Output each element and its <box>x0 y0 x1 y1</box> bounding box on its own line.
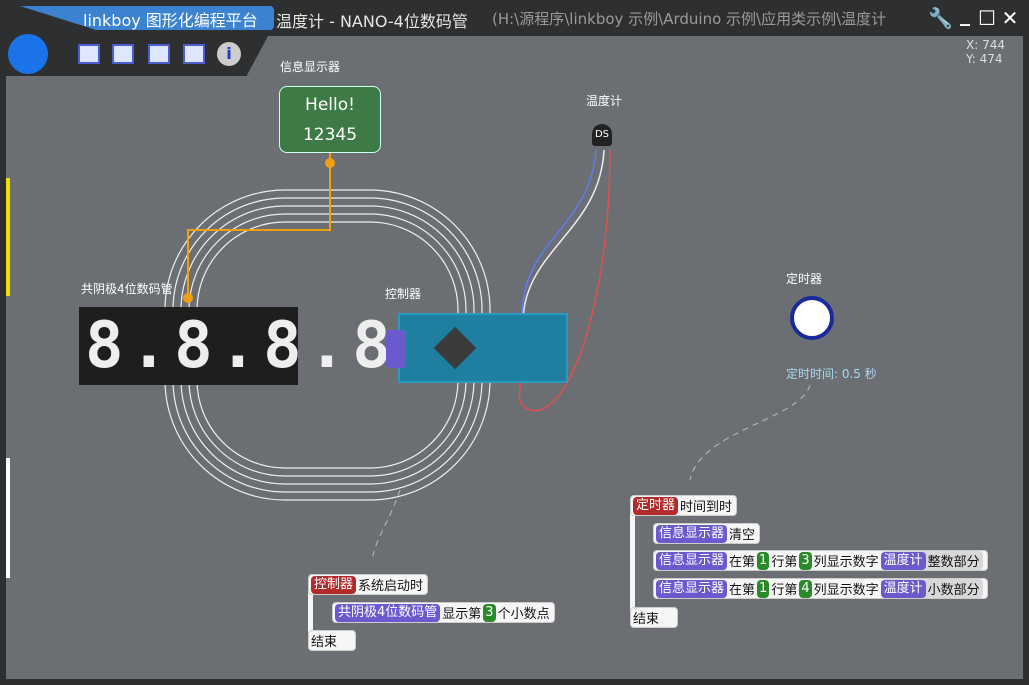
event-block-timer[interactable]: 定时器 时间到时 <box>630 495 738 516</box>
block-text: 列显示数字 <box>813 583 879 598</box>
sensor-data-wire <box>521 149 597 321</box>
end-block[interactable]: 结束 <box>630 607 678 628</box>
arduino-nano-board[interactable] <box>398 313 568 383</box>
block-text: 在第 <box>729 555 756 570</box>
block-tag: 定时器 <box>633 496 679 515</box>
block-text: 行第 <box>771 583 798 598</box>
lcd-line2: 12345 <box>302 125 358 145</box>
statement-block-clear[interactable]: 信息显示器 清空 <box>653 523 761 544</box>
lcd-display[interactable]: Hello! 12345 <box>279 86 381 153</box>
block-text: 个小数点 <box>497 607 550 622</box>
timer-label: 定时器 <box>786 272 823 286</box>
alarm-clock-icon[interactable] <box>790 296 834 340</box>
statement-block-show-frac[interactable]: 信息显示器 在第 1 行第 4 列显示数字 温度计 小数部分 <box>653 578 988 599</box>
usb-port <box>386 330 406 368</box>
number-input[interactable]: 3 <box>483 603 496 622</box>
end-block[interactable]: 结束 <box>308 630 356 651</box>
block-text: 时间到时 <box>680 500 733 515</box>
number-input[interactable]: 1 <box>757 551 770 570</box>
segment-label: 共阴极4位数码管 <box>81 282 173 296</box>
value-block[interactable]: 温度计 整数部分 <box>880 551 983 570</box>
statement-block[interactable]: 共阴极4位数码管 显示第 3 个小数点 <box>332 602 555 623</box>
block-tag: 信息显示器 <box>656 579 728 598</box>
timer-setting[interactable]: 定时时间: 0.5 秒 <box>786 365 877 382</box>
temperature-sensor[interactable]: DS <box>592 124 612 146</box>
block-text: 系统启动时 <box>358 579 424 594</box>
block-tag: 共阴极4位数码管 <box>335 603 441 622</box>
block-text: 在第 <box>729 583 756 598</box>
block-text: 显示第 <box>442 607 482 622</box>
block-tag: 温度计 <box>880 579 926 598</box>
block-tag: 温度计 <box>880 551 926 570</box>
lcd-line1: Hello! <box>305 95 355 115</box>
event-block-start[interactable]: 控制器 系统启动时 <box>308 574 429 595</box>
number-input[interactable]: 4 <box>799 579 812 598</box>
block-rail <box>630 505 635 620</box>
block-tag: 信息显示器 <box>656 551 728 570</box>
block-text: 行第 <box>771 555 798 570</box>
block-tag: 控制器 <box>311 575 357 594</box>
controller-link <box>371 489 401 561</box>
block-tag: 信息显示器 <box>656 524 728 543</box>
number-input[interactable]: 1 <box>757 579 770 598</box>
value-block[interactable]: 温度计 小数部分 <box>880 579 983 598</box>
block-text: 清空 <box>729 528 756 543</box>
timer-link <box>689 384 811 481</box>
seven-segment-display[interactable]: 8.8.8.8. <box>79 307 435 385</box>
sensor-label: 温度计 <box>586 94 623 108</box>
lcd-label: 信息显示器 <box>280 60 341 74</box>
block-text: 列显示数字 <box>813 555 879 570</box>
controller-label: 控制器 <box>385 287 422 301</box>
block-text: 整数部分 <box>927 555 980 570</box>
statement-block-show-int[interactable]: 信息显示器 在第 1 行第 3 列显示数字 温度计 整数部分 <box>653 550 988 571</box>
number-input[interactable]: 3 <box>799 551 812 570</box>
block-text: 小数部分 <box>927 583 980 598</box>
